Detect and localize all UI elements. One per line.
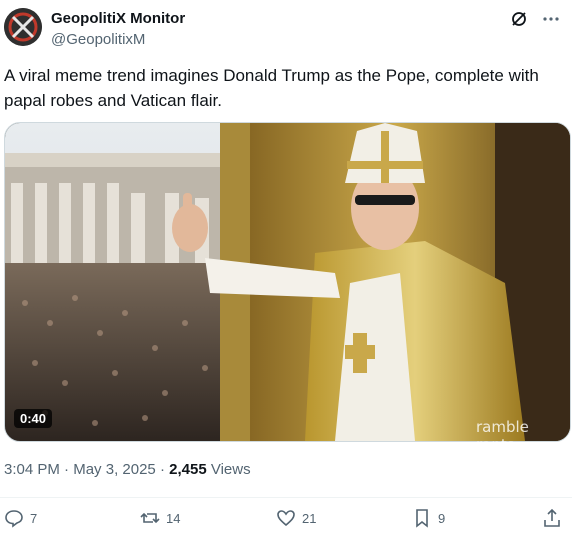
share-icon [544,508,560,527]
author-name[interactable]: GeopolitiX Monitor [51,10,185,28]
author-handle[interactable]: @GeopolitixM [51,31,145,49]
views-count: 2,455 [169,461,207,478]
post-video[interactable] [4,122,571,442]
divider [0,497,572,498]
bookmark-button[interactable]: 9 [412,508,445,528]
post-date[interactable]: May 3, 2025 [73,461,156,478]
post-time[interactable]: 3:04 PM [4,461,60,478]
grok-icon[interactable] [510,10,528,28]
repost-icon [140,512,160,524]
views-label: Views [210,461,251,478]
reply-count: 7 [30,510,38,526]
post-text: A viral meme trend imagines Donald Trump… [4,66,539,110]
video-frame [5,123,570,441]
like-icon [277,510,295,527]
video-duration: 0:40 [14,409,53,428]
repost-count: 14 [166,510,181,526]
post-meta: 3:04 PM · May 3, 2025 · 2,455 Views [4,461,251,478]
reply-button[interactable]: 7 [4,508,37,528]
meta-separator: · [159,461,165,478]
avatar[interactable] [4,8,42,46]
bookmark-icon [416,509,428,528]
action-bar: 7 14 21 9 [4,508,566,534]
share-button[interactable] [542,508,562,528]
reply-icon [5,510,23,528]
like-count: 21 [302,510,317,526]
like-button[interactable]: 21 [276,508,316,528]
repost-button[interactable]: 14 [140,508,180,528]
more-icon[interactable] [542,10,560,28]
meta-separator: · [64,461,70,478]
bookmark-count: 9 [438,510,446,526]
